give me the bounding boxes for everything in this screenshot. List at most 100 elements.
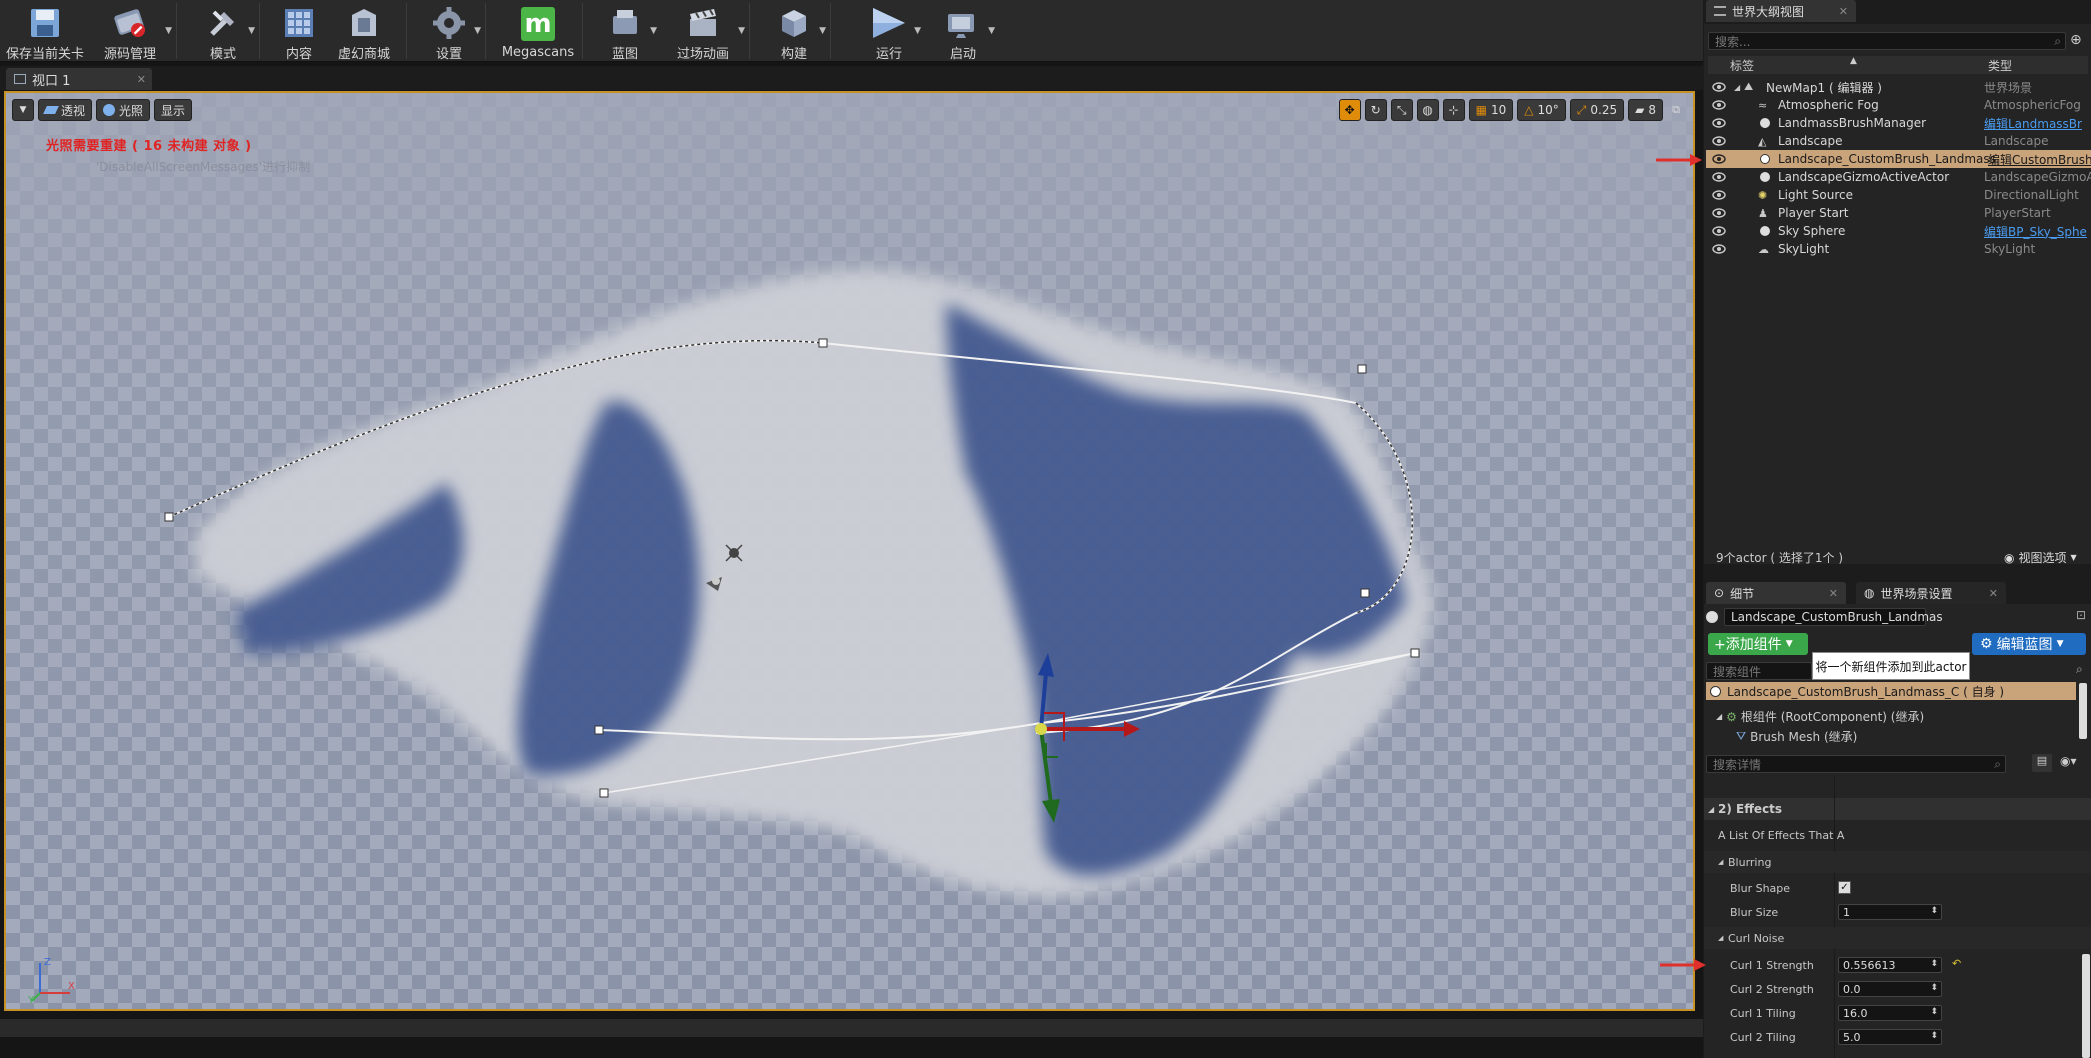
level-viewport[interactable]: ▼ 透视 光照 显示 ✥ ↻ ⤡ ◍ ⊹ ▦ 10 △ 10° ⤢ 0.25 ▰… <box>4 91 1695 1011</box>
outliner-search-input[interactable]: 搜索... ⌕ <box>1708 32 2066 50</box>
category-effects[interactable]: ◢ 2) Effects <box>1704 798 2091 820</box>
lit-mode-button[interactable]: 光照 <box>96 99 151 121</box>
show-button[interactable]: 显示 <box>154 99 193 121</box>
megascans-button[interactable]: m Megascans <box>500 0 576 62</box>
chevron-down-icon[interactable]: ▼ <box>650 26 657 36</box>
outliner-row[interactable]: ◭ Landscape Landscape <box>1706 132 2091 150</box>
spline-control-point[interactable] <box>818 338 828 348</box>
spin-arrows-icon[interactable]: ⬍ <box>1930 1007 1938 1017</box>
chevron-down-icon[interactable]: ▼ <box>738 26 745 36</box>
component-self-row[interactable]: Landscape_CustomBrush_Landmass_C ( 自身 ) <box>1706 682 2076 700</box>
reset-to-default-icon[interactable]: ↶ <box>1952 957 1961 970</box>
lock-icon[interactable]: ⊡ <box>2076 608 2086 622</box>
world-local-button[interactable]: ◍ <box>1416 99 1439 121</box>
outliner-row-type-link[interactable]: 编辑LandmassBr <box>1984 115 2082 132</box>
spline-control-point[interactable] <box>1360 588 1370 598</box>
close-icon[interactable]: ✕ <box>1829 587 1838 600</box>
expand-arrow-icon[interactable]: ◢ <box>1716 712 1722 721</box>
spline-control-point[interactable] <box>594 725 604 735</box>
close-icon[interactable]: ✕ <box>1989 587 1998 600</box>
visibility-eye-icon[interactable] <box>1712 225 1726 239</box>
chevron-down-icon[interactable]: ▼ <box>988 26 995 36</box>
curl2-strength-field[interactable]: 0.0 ⬍ <box>1838 981 1942 997</box>
spline-control-point[interactable] <box>164 512 174 522</box>
outliner-row[interactable]: ☁ SkyLight SkyLight <box>1706 240 2091 258</box>
curl2-tiling-field[interactable]: 5.0 ⬍ <box>1838 1029 1942 1045</box>
viewport-options-button[interactable]: ▼ <box>12 99 34 121</box>
scale-mode-button[interactable]: ⤡ <box>1390 99 1413 121</box>
tab-world-outliner[interactable]: 世界大纲视图 ✕ <box>1706 0 1856 22</box>
outliner-row-type-link[interactable]: 编辑CustomBrush <box>1988 151 2091 168</box>
expand-arrow-icon[interactable]: ◢ <box>1734 83 1740 92</box>
chevron-down-icon[interactable]: ▼ <box>474 26 481 36</box>
spin-arrows-icon[interactable]: ⬍ <box>1930 983 1938 993</box>
play-button[interactable]: 运行 ▼ <box>859 0 921 62</box>
eye-options-icon[interactable]: ◉▾ <box>2060 754 2077 768</box>
spin-arrows-icon[interactable]: ⬍ <box>1930 906 1938 916</box>
spin-arrows-icon[interactable]: ⬍ <box>1930 1031 1938 1041</box>
rotation-snap-button[interactable]: △ 10° <box>1517 99 1566 121</box>
details-scrollbar[interactable] <box>2082 954 2090 1058</box>
actor-name-field[interactable]: Landscape_CustomBrush_Landmas <box>1724 608 1943 626</box>
details-search-input[interactable]: 搜索详情 ⌕ <box>1706 755 2006 773</box>
visibility-eye-icon[interactable] <box>1712 207 1726 221</box>
outliner-row[interactable]: LandscapeGizmoActiveActor LandscapeGizmo… <box>1706 168 2091 186</box>
visibility-eye-icon[interactable] <box>1712 99 1726 113</box>
chevron-down-icon[interactable]: ▼ <box>914 26 921 36</box>
launch-button[interactable]: 启动 ▼ <box>933 0 995 62</box>
add-actor-icon[interactable]: ⊕ <box>2070 32 2082 48</box>
outliner-row[interactable]: ✺ Light Source DirectionalLight <box>1706 186 2091 204</box>
curl1-strength-field[interactable]: 0.556613 ⬍ <box>1838 957 1942 973</box>
close-icon[interactable]: ✕ <box>1839 5 1848 18</box>
chevron-down-icon[interactable]: ▼ <box>248 26 255 36</box>
chevron-down-icon[interactable]: ▼ <box>165 26 172 36</box>
modes-button[interactable]: 模式 ▼ <box>193 0 255 62</box>
blur-shape-checkbox[interactable]: ✓ <box>1838 881 1851 894</box>
close-icon[interactable]: ✕ <box>137 73 146 86</box>
settings-button[interactable]: 设置 ▼ <box>419 0 481 62</box>
visibility-eye-icon[interactable] <box>1712 189 1726 203</box>
visibility-eye-icon[interactable] <box>1712 153 1726 167</box>
chevron-down-icon[interactable]: ▼ <box>819 26 826 36</box>
tab-viewport-1[interactable]: 视口 1 ✕ <box>6 68 152 90</box>
column-label[interactable]: 标签 <box>1730 57 1754 74</box>
visibility-eye-icon[interactable] <box>1712 135 1726 149</box>
spline-control-point[interactable] <box>1357 364 1367 374</box>
add-component-button[interactable]: +添加组件 ▼ <box>1708 633 1808 655</box>
spin-arrows-icon[interactable]: ⬍ <box>1930 959 1938 969</box>
rotate-mode-button[interactable]: ↻ <box>1364 99 1387 121</box>
outliner-row[interactable]: ♟ Player Start PlayerStart <box>1706 204 2091 222</box>
component-root-row[interactable]: ◢ ⚙ 根组件 (RootComponent) (继承) <box>1716 708 1924 725</box>
component-search-input[interactable]: 搜索组件 <box>1706 662 1812 680</box>
build-button[interactable]: 构建 ▼ <box>764 0 826 62</box>
blur-size-field[interactable]: 1 ⬍ <box>1838 904 1942 920</box>
curl1-tiling-field[interactable]: 16.0 ⬍ <box>1838 1005 1942 1021</box>
camera-speed-button[interactable]: ▰ 8 <box>1628 99 1663 121</box>
visibility-eye-icon[interactable] <box>1712 243 1726 257</box>
outliner-row[interactable]: ◢ ⛰ NewMap1 ( 编辑器 ) 世界场景 <box>1706 78 2091 96</box>
spline-control-point[interactable] <box>1410 648 1420 658</box>
save-level-button[interactable]: 保存当前关卡 <box>0 0 90 62</box>
component-scrollbar[interactable] <box>2079 683 2087 739</box>
cinematics-button[interactable]: 过场动画 ▼ <box>663 0 745 62</box>
curl-noise-group[interactable]: ◢ Curl Noise <box>1704 927 2091 949</box>
blurring-group[interactable]: ◢ Blurring <box>1704 851 2091 873</box>
edit-blueprint-button[interactable]: ⚙ 编辑蓝图 ▼ <box>1972 633 2086 655</box>
blueprint-button[interactable]: 蓝图 ▼ <box>595 0 657 62</box>
maximize-viewport-button[interactable]: ⧉ <box>1667 99 1685 121</box>
column-type[interactable]: 类型 <box>1988 57 2012 74</box>
view-options-button[interactable]: ◉ 视图选项 ▼ <box>2004 549 2077 566</box>
component-brush-row[interactable]: ⛛ Brush Mesh (继承) <box>1736 728 1857 745</box>
outliner-row-selected[interactable]: Landscape_CustomBrush_Landmass_ 编辑Custom… <box>1706 150 2091 168</box>
tab-world-settings[interactable]: ◍ 世界场景设置 ✕ <box>1856 582 2006 604</box>
spline-control-point[interactable] <box>599 788 609 798</box>
outliner-row[interactable]: Sky Sphere 编辑BP_Sky_Sphe <box>1706 222 2091 240</box>
property-matrix-icon[interactable]: ▤ <box>2032 754 2052 772</box>
visibility-eye-icon[interactable] <box>1712 81 1726 95</box>
grid-snap-button[interactable]: ▦ 10 <box>1468 99 1514 121</box>
visibility-eye-icon[interactable] <box>1712 117 1726 131</box>
content-button[interactable]: 内容 <box>270 0 328 62</box>
visibility-eye-icon[interactable] <box>1712 171 1726 185</box>
source-control-button[interactable]: 源码管理 ▼ <box>90 0 172 62</box>
tab-details[interactable]: ⊙ 细节 ✕ <box>1706 582 1846 604</box>
